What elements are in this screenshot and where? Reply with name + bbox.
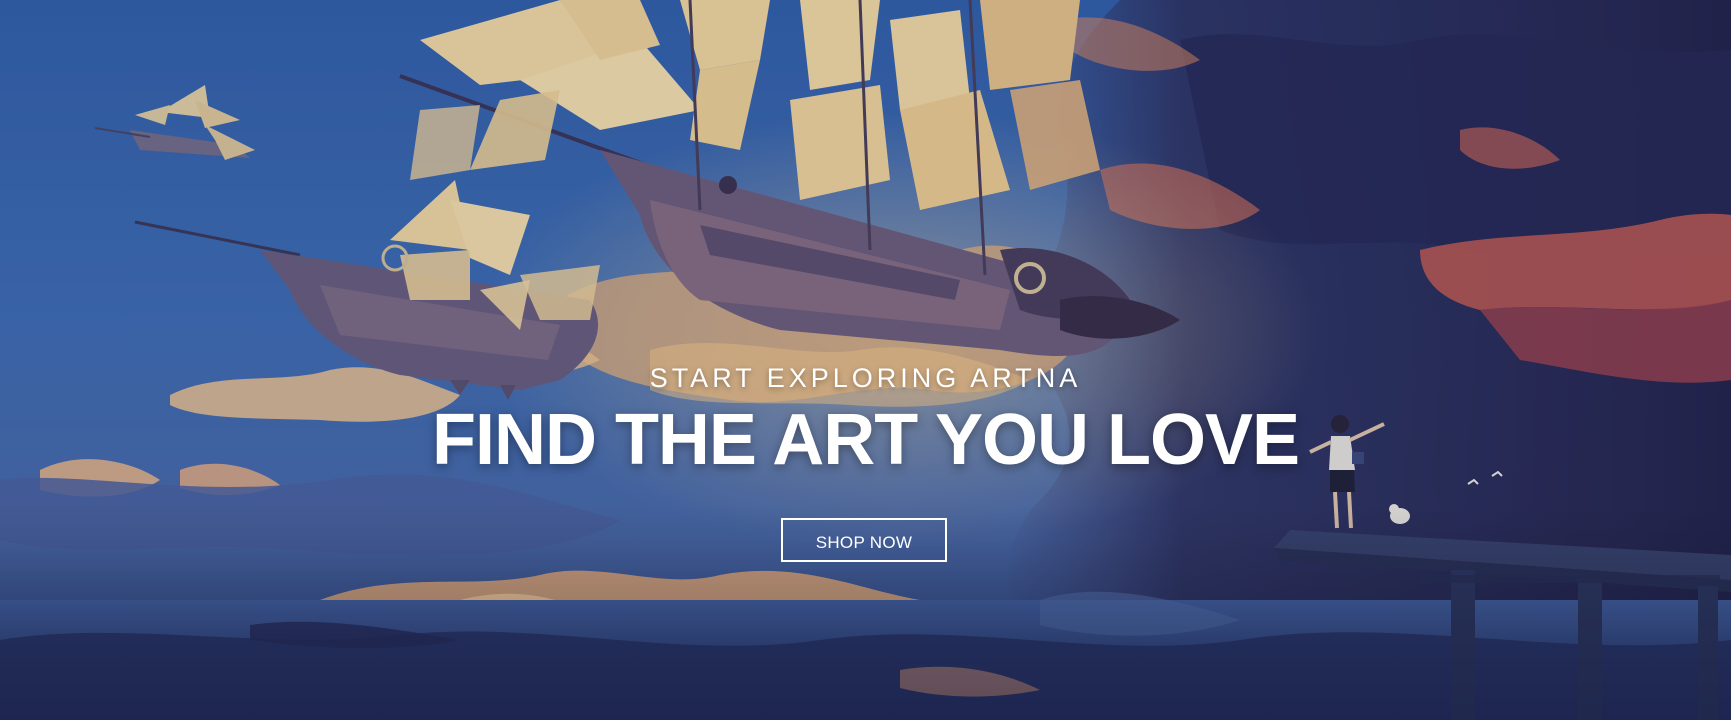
hero-eyebrow: START EXPLORING ARTNA (649, 363, 1082, 393)
shop-now-button[interactable]: SHOP NOW (781, 518, 947, 562)
hero-banner: START EXPLORING ARTNA FIND THE ART YOU L… (0, 0, 1731, 720)
hero-headline: FIND THE ART YOU LOVE (431, 400, 1300, 480)
